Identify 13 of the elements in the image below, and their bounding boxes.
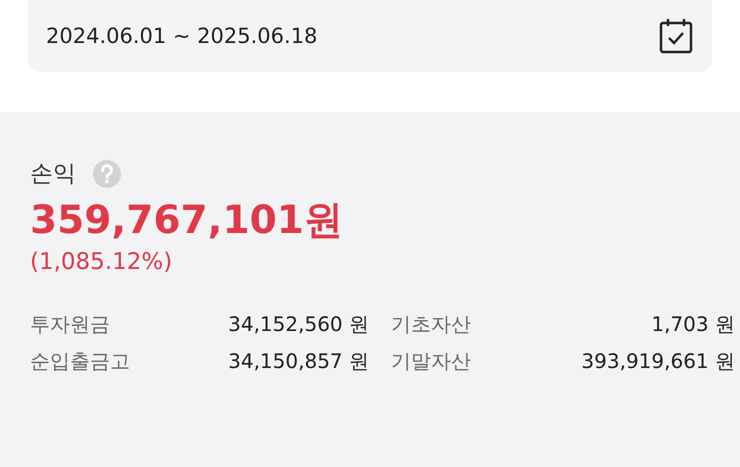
profit-rate: (1,085.12%) xyxy=(30,249,174,275)
profit-amount: 359,767,101원 xyxy=(30,197,344,245)
stat-value: 393,919,661 원 xyxy=(580,348,735,375)
stat-value: 1,703 원 xyxy=(650,311,735,338)
stat-label: 기초자산 xyxy=(391,311,472,338)
stat-value: 34,150,857 원 xyxy=(227,348,369,375)
stat-label: 순입출금고 xyxy=(30,348,131,375)
date-range-field[interactable]: 2024.06.01 ~ 2025.06.18 xyxy=(28,0,712,72)
stat-label: 기말자산 xyxy=(391,348,472,375)
stat-label: 투자원금 xyxy=(30,311,111,338)
profit-label: 손익 xyxy=(30,160,76,189)
calendar-icon[interactable] xyxy=(659,18,693,54)
stat-value: 34,152,560 원 xyxy=(227,311,369,338)
